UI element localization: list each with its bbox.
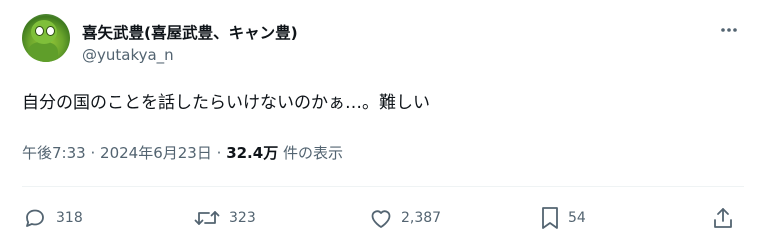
heart-icon bbox=[371, 210, 391, 228]
tweet-text: 自分の国のことを話したらいけないのかぁ…。難しい bbox=[22, 93, 430, 113]
share-icon bbox=[714, 208, 732, 228]
tweet-time[interactable]: 午後7:33 bbox=[22, 144, 86, 162]
tweet-date[interactable]: 2024年6月23日 bbox=[100, 144, 212, 162]
avatar-figure-eye-right bbox=[46, 26, 55, 36]
avatar-figure-eye-left bbox=[35, 26, 44, 36]
reply-button[interactable]: 318 bbox=[22, 205, 83, 231]
like-button[interactable]: 2,387 bbox=[369, 205, 441, 231]
tweet-meta: 午後7:33 · 2024年6月23日 · 32.4万 件の表示 bbox=[22, 142, 343, 163]
author-handle[interactable]: @yutakya_n bbox=[82, 46, 174, 64]
reply-icon bbox=[26, 209, 44, 227]
author-display-name[interactable]: 喜矢武豊(喜屋武豊、キャン豊) bbox=[82, 21, 298, 43]
avatar[interactable] bbox=[22, 14, 70, 62]
bookmark-icon bbox=[542, 207, 558, 229]
like-count: 2,387 bbox=[401, 210, 442, 226]
meta-separator: · bbox=[90, 144, 96, 162]
repost-button[interactable]: 323 bbox=[193, 205, 256, 231]
meta-separator: · bbox=[216, 144, 222, 162]
bookmark-count: 54 bbox=[568, 210, 586, 226]
reply-count: 318 bbox=[56, 210, 83, 226]
views-label: 件の表示 bbox=[282, 144, 343, 162]
views-count: 32.4万 bbox=[226, 144, 279, 162]
more-options-button[interactable] bbox=[716, 20, 742, 40]
more-icon bbox=[721, 28, 737, 32]
tweet-card: 喜矢武豊(喜屋武豊、キャン豊) @yutakya_n 自分の国のことを話したらい… bbox=[0, 0, 766, 252]
repost-icon bbox=[194, 211, 220, 225]
action-bar: 318 323 2,387 54 bbox=[22, 205, 744, 231]
divider bbox=[22, 186, 744, 187]
avatar-figure-body bbox=[28, 42, 58, 62]
share-button[interactable] bbox=[712, 205, 734, 231]
bookmark-button[interactable]: 54 bbox=[540, 205, 586, 231]
repost-count: 323 bbox=[229, 210, 256, 226]
